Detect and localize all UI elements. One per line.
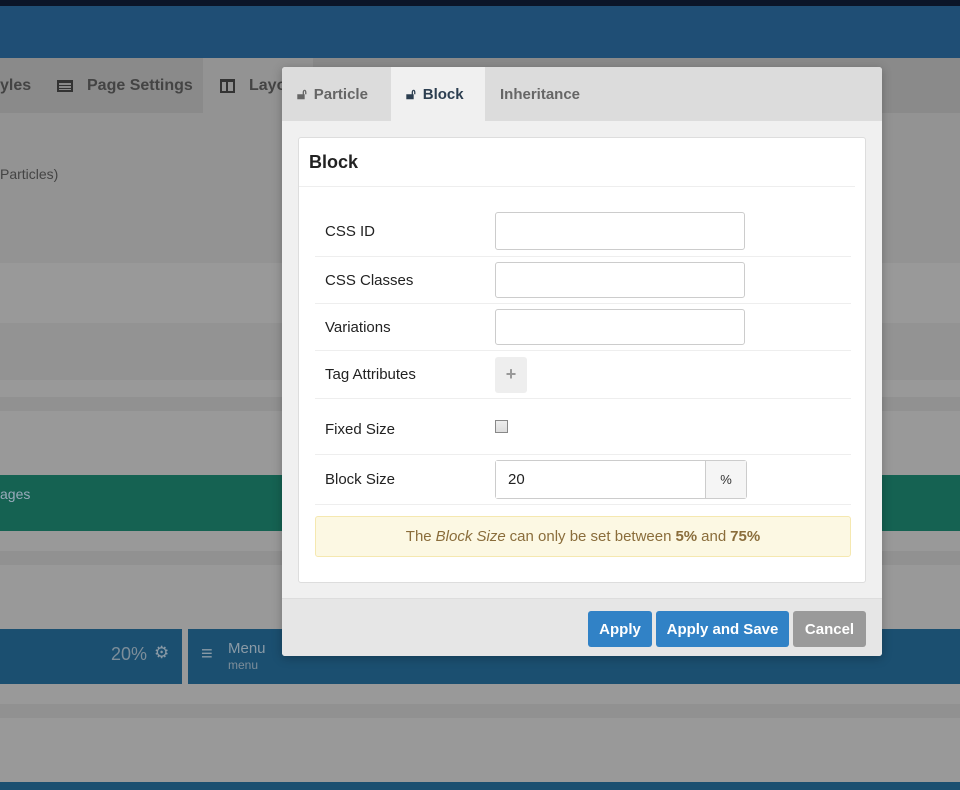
tab-inheritance[interactable]: Inheritance: [485, 67, 595, 121]
variations-input[interactable]: [495, 309, 745, 345]
modal-footer: Apply Apply and Save Cancel: [282, 598, 882, 656]
unit-addon: %: [705, 461, 746, 498]
green-row-text: ages: [0, 486, 31, 502]
tab-page-settings[interactable]: Page Settings: [57, 58, 193, 113]
menu-title: Menu: [228, 640, 266, 657]
alert-emphasis: Block Size: [435, 528, 506, 545]
tab-styles[interactable]: yles: [0, 58, 45, 113]
css-id-input[interactable]: [495, 212, 745, 250]
tab-label: Layo: [249, 76, 287, 94]
add-attribute-button[interactable]: +: [495, 356, 527, 393]
hamburger-icon: ≡: [201, 643, 213, 665]
block-size-alert: The Block Size can only be set between 5…: [315, 516, 851, 557]
field-css-classes: CSS Classes: [315, 257, 851, 304]
tab-label: Particle: [313, 85, 368, 103]
field-fixed-size: Fixed Size: [315, 405, 851, 455]
alert-min: 5%: [675, 528, 698, 545]
block-size-text: 20%: [111, 644, 148, 664]
apply-button[interactable]: Apply: [588, 611, 652, 647]
block-card: Block CSS ID CSS Classes Variations Tag …: [298, 137, 866, 583]
tab-label: Page Settings: [87, 76, 193, 94]
alert-text: can only be set between: [509, 528, 672, 545]
bottom-bar: [0, 782, 960, 790]
tab-label: Block: [422, 85, 464, 103]
section-text: Particles): [0, 166, 59, 182]
alert-text: and: [701, 528, 727, 545]
unlock-icon: 🔓︎: [297, 85, 307, 103]
field-label: CSS Classes: [325, 271, 414, 289]
modal-tabs: 🔓︎ Particle 🔓︎ Block Inheritance: [282, 67, 882, 121]
field-label: CSS ID: [325, 222, 376, 240]
block-item[interactable]: 20% ⚙: [0, 629, 182, 684]
field-block-size: Block Size %: [315, 455, 851, 505]
apply-and-save-button[interactable]: Apply and Save: [656, 611, 789, 647]
field-label: Block Size: [325, 471, 396, 488]
field-label: Tag Attributes: [325, 366, 416, 383]
field-tag-attributes: Tag Attributes +: [315, 351, 851, 399]
divider: [0, 704, 960, 718]
field-label: Variations: [325, 318, 391, 336]
css-classes-input[interactable]: [495, 262, 745, 298]
tab-particle[interactable]: 🔓︎ Particle: [282, 67, 391, 121]
field-variations: Variations: [315, 304, 851, 351]
field-css-id: CSS ID: [315, 206, 851, 257]
menu-subtitle: menu: [228, 658, 259, 672]
unlock-icon: 🔓︎: [406, 85, 416, 103]
columns-icon: [220, 78, 235, 93]
block-settings-modal: 🔓︎ Particle 🔓︎ Block Inheritance Block CSS…: [282, 67, 882, 656]
app-header: [0, 6, 960, 58]
fixed-size-checkbox[interactable]: [495, 420, 508, 433]
tab-block[interactable]: 🔓︎ Block: [391, 67, 485, 121]
card-title: Block: [299, 138, 855, 187]
alert-text: The: [405, 528, 432, 545]
gear-icon[interactable]: ⚙: [154, 643, 169, 663]
cancel-button[interactable]: Cancel: [793, 611, 866, 647]
list-icon: [57, 79, 73, 92]
field-label: Fixed Size: [325, 421, 396, 438]
tab-label: yles: [0, 76, 32, 94]
tab-label: Inheritance: [500, 85, 581, 103]
block-size-input[interactable]: [496, 461, 705, 498]
alert-max: 75%: [730, 528, 761, 545]
